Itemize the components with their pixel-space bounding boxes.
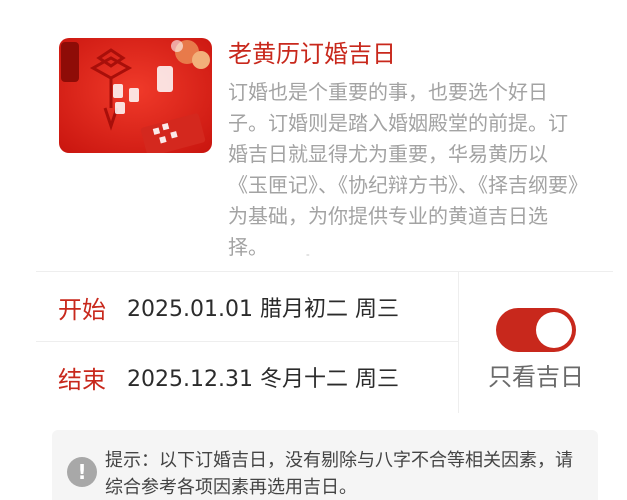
decorative-mark: ⁼ bbox=[306, 253, 310, 261]
end-date-row[interactable]: 结束 2025.12.31 冬月十二 周三 bbox=[58, 359, 399, 395]
header-photo bbox=[59, 38, 212, 153]
start-date-value[interactable]: 2025.01.01 腊月初二 周三 bbox=[127, 291, 399, 323]
page-title: 老黄历订婚吉日 bbox=[228, 40, 396, 68]
start-date-label: 开始 bbox=[58, 295, 106, 324]
exclamation-icon: ! bbox=[67, 457, 97, 487]
tip-box: ! 提示：以下订婚吉日，没有剔除与八字不合等相关因素，请综合参考各项因素再选用吉… bbox=[52, 430, 598, 500]
tip-text: 提示：以下订婚吉日，没有剔除与八字不合等相关因素，请综合参考各项因素再选用吉日。 bbox=[105, 450, 573, 498]
toggle-knob bbox=[536, 312, 572, 348]
only-lucky-days-toggle[interactable] bbox=[496, 308, 576, 352]
page: 老黄历订婚吉日 订婚也是个重要的事，也要选个好日子。订婚则是踏入婚姻殿堂的前提。… bbox=[0, 0, 627, 500]
divider-top bbox=[36, 271, 613, 272]
divider-vertical bbox=[458, 272, 459, 413]
end-date-value[interactable]: 2025.12.31 冬月十二 周三 bbox=[127, 361, 399, 393]
start-date-row[interactable]: 开始 2025.01.01 腊月初二 周三 bbox=[58, 289, 399, 325]
divider-middle bbox=[36, 341, 458, 342]
page-description: 订婚也是个重要的事，也要选个好日子。订婚则是踏入婚姻殿堂的前提。订婚吉日就显得尤… bbox=[228, 80, 578, 259]
only-lucky-days-label: 只看吉日 bbox=[488, 363, 584, 391]
end-date-label: 结束 bbox=[58, 365, 106, 394]
